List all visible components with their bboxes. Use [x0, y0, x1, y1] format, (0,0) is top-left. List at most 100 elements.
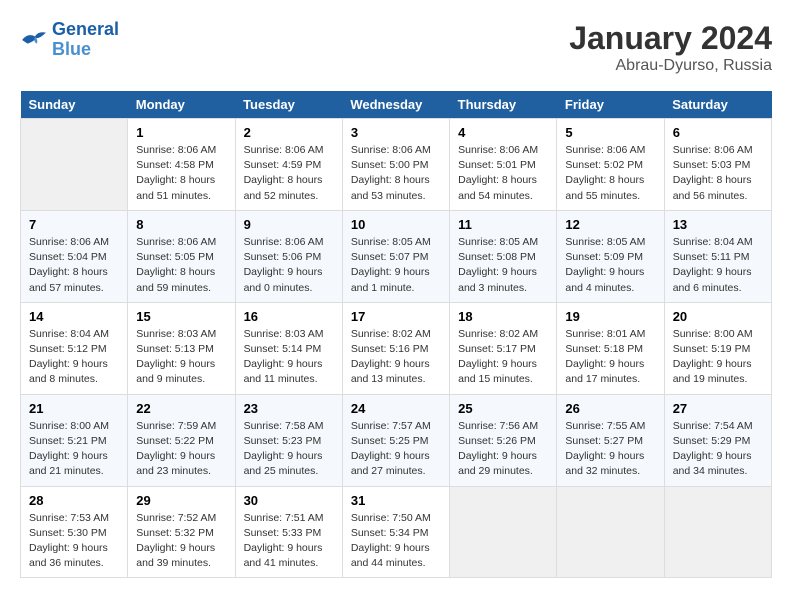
day-info: Sunrise: 7:59 AMSunset: 5:22 PMDaylight:…	[136, 419, 226, 480]
day-number: 13	[673, 217, 763, 232]
day-info: Sunrise: 8:06 AMSunset: 4:58 PMDaylight:…	[136, 143, 226, 204]
calendar-cell: 12Sunrise: 8:05 AMSunset: 5:09 PMDayligh…	[557, 210, 664, 302]
day-info: Sunrise: 7:56 AMSunset: 5:26 PMDaylight:…	[458, 419, 548, 480]
day-info: Sunrise: 7:58 AMSunset: 5:23 PMDaylight:…	[244, 419, 334, 480]
day-number: 22	[136, 401, 226, 416]
day-info: Sunrise: 7:54 AMSunset: 5:29 PMDaylight:…	[673, 419, 763, 480]
day-number: 10	[351, 217, 441, 232]
page-header: GeneralBlue January 2024 Abrau-Dyurso, R…	[20, 20, 772, 75]
week-row-5: 28 Sunrise: 7:53 AMSunset: 5:30 PMDayligh…	[21, 486, 772, 578]
logo-bird-icon	[20, 29, 48, 51]
week-row-2: 7 Sunrise: 8:06 AMSunset: 5:04 PMDaylight…	[21, 210, 772, 302]
calendar-cell: 28 Sunrise: 7:53 AMSunset: 5:30 PMDayligh…	[21, 486, 128, 578]
day-number: 21	[29, 401, 119, 416]
day-number: 23	[244, 401, 334, 416]
day-info: Sunrise: 8:00 AMSunset: 5:21 PMDaylight:…	[29, 419, 119, 480]
day-info: Sunrise: 8:04 AMSunset: 5:12 PMDaylight:…	[29, 327, 119, 388]
week-row-4: 21 Sunrise: 8:00 AMSunset: 5:21 PMDayligh…	[21, 394, 772, 486]
day-info: Sunrise: 8:05 AMSunset: 5:07 PMDaylight:…	[351, 235, 441, 296]
day-info: Sunrise: 8:06 AMSunset: 4:59 PMDaylight:…	[244, 143, 334, 204]
calendar-cell: 13 Sunrise: 8:04 AMSunset: 5:11 PMDayligh…	[664, 210, 771, 302]
calendar-cell	[21, 119, 128, 211]
calendar-cell: 7 Sunrise: 8:06 AMSunset: 5:04 PMDaylight…	[21, 210, 128, 302]
calendar-cell: 30 Sunrise: 7:51 AMSunset: 5:33 PMDayligh…	[235, 486, 342, 578]
day-number: 26	[565, 401, 655, 416]
day-info: Sunrise: 7:50 AMSunset: 5:34 PMDaylight:…	[351, 511, 441, 572]
day-number: 27	[673, 401, 763, 416]
day-info: Sunrise: 8:06 AMSunset: 5:05 PMDaylight:…	[136, 235, 226, 296]
day-info: Sunrise: 8:01 AMSunset: 5:18 PMDaylight:…	[565, 327, 655, 388]
calendar-cell: 23 Sunrise: 7:58 AMSunset: 5:23 PMDayligh…	[235, 394, 342, 486]
logo: GeneralBlue	[20, 20, 119, 60]
calendar-cell: 1 Sunrise: 8:06 AMSunset: 4:58 PMDaylight…	[128, 119, 235, 211]
day-info: Sunrise: 7:52 AMSunset: 5:32 PMDaylight:…	[136, 511, 226, 572]
weekday-header-sunday: Sunday	[21, 91, 128, 119]
day-number: 28	[29, 493, 119, 508]
weekday-header-monday: Monday	[128, 91, 235, 119]
day-info: Sunrise: 8:04 AMSunset: 5:11 PMDaylight:…	[673, 235, 763, 296]
day-number: 2	[244, 125, 334, 140]
day-number: 14	[29, 309, 119, 324]
calendar-title: January 2024	[569, 20, 772, 57]
day-number: 9	[244, 217, 334, 232]
day-number: 7	[29, 217, 119, 232]
calendar-table: SundayMondayTuesdayWednesdayThursdayFrid…	[20, 91, 772, 578]
weekday-header-saturday: Saturday	[664, 91, 771, 119]
calendar-cell: 21 Sunrise: 8:00 AMSunset: 5:21 PMDayligh…	[21, 394, 128, 486]
calendar-cell: 29Sunrise: 7:52 AMSunset: 5:32 PMDayligh…	[128, 486, 235, 578]
calendar-cell: 16 Sunrise: 8:03 AMSunset: 5:14 PMDayligh…	[235, 302, 342, 394]
day-number: 3	[351, 125, 441, 140]
day-info: Sunrise: 8:06 AMSunset: 5:02 PMDaylight:…	[565, 143, 655, 204]
calendar-cell: 26 Sunrise: 7:55 AMSunset: 5:27 PMDayligh…	[557, 394, 664, 486]
calendar-cell: 6Sunrise: 8:06 AMSunset: 5:03 PMDaylight…	[664, 119, 771, 211]
week-row-1: 1 Sunrise: 8:06 AMSunset: 4:58 PMDaylight…	[21, 119, 772, 211]
calendar-cell: 22 Sunrise: 7:59 AMSunset: 5:22 PMDayligh…	[128, 394, 235, 486]
calendar-cell: 4 Sunrise: 8:06 AMSunset: 5:01 PMDaylight…	[450, 119, 557, 211]
day-number: 17	[351, 309, 441, 324]
day-info: Sunrise: 8:03 AMSunset: 5:14 PMDaylight:…	[244, 327, 334, 388]
calendar-cell: 14 Sunrise: 8:04 AMSunset: 5:12 PMDayligh…	[21, 302, 128, 394]
day-info: Sunrise: 8:06 AMSunset: 5:04 PMDaylight:…	[29, 235, 119, 296]
day-number: 5	[565, 125, 655, 140]
day-number: 24	[351, 401, 441, 416]
day-number: 18	[458, 309, 548, 324]
day-info: Sunrise: 7:51 AMSunset: 5:33 PMDaylight:…	[244, 511, 334, 572]
day-number: 19	[565, 309, 655, 324]
calendar-cell: 15Sunrise: 8:03 AMSunset: 5:13 PMDayligh…	[128, 302, 235, 394]
weekday-header-wednesday: Wednesday	[342, 91, 449, 119]
day-number: 1	[136, 125, 226, 140]
day-info: Sunrise: 7:53 AMSunset: 5:30 PMDaylight:…	[29, 511, 119, 572]
day-number: 6	[673, 125, 763, 140]
day-info: Sunrise: 8:05 AMSunset: 5:08 PMDaylight:…	[458, 235, 548, 296]
day-number: 11	[458, 217, 548, 232]
day-number: 12	[565, 217, 655, 232]
calendar-cell: 17 Sunrise: 8:02 AMSunset: 5:16 PMDayligh…	[342, 302, 449, 394]
calendar-cell: 27 Sunrise: 7:54 AMSunset: 5:29 PMDayligh…	[664, 394, 771, 486]
calendar-cell: 11 Sunrise: 8:05 AMSunset: 5:08 PMDayligh…	[450, 210, 557, 302]
calendar-cell: 25Sunrise: 7:56 AMSunset: 5:26 PMDayligh…	[450, 394, 557, 486]
day-number: 20	[673, 309, 763, 324]
day-info: Sunrise: 8:02 AMSunset: 5:17 PMDaylight:…	[458, 327, 548, 388]
day-info: Sunrise: 8:00 AMSunset: 5:19 PMDaylight:…	[673, 327, 763, 388]
day-number: 16	[244, 309, 334, 324]
day-info: Sunrise: 8:02 AMSunset: 5:16 PMDaylight:…	[351, 327, 441, 388]
calendar-cell: 2 Sunrise: 8:06 AMSunset: 4:59 PMDaylight…	[235, 119, 342, 211]
calendar-cell: 3 Sunrise: 8:06 AMSunset: 5:00 PMDaylight…	[342, 119, 449, 211]
day-info: Sunrise: 8:06 AMSunset: 5:00 PMDaylight:…	[351, 143, 441, 204]
calendar-subtitle: Abrau-Dyurso, Russia	[569, 57, 772, 75]
title-block: January 2024 Abrau-Dyurso, Russia	[569, 20, 772, 75]
calendar-cell: 24Sunrise: 7:57 AMSunset: 5:25 PMDayligh…	[342, 394, 449, 486]
day-info: Sunrise: 8:06 AMSunset: 5:01 PMDaylight:…	[458, 143, 548, 204]
day-info: Sunrise: 8:03 AMSunset: 5:13 PMDaylight:…	[136, 327, 226, 388]
day-number: 31	[351, 493, 441, 508]
day-info: Sunrise: 7:55 AMSunset: 5:27 PMDaylight:…	[565, 419, 655, 480]
day-number: 8	[136, 217, 226, 232]
day-number: 4	[458, 125, 548, 140]
weekday-header-friday: Friday	[557, 91, 664, 119]
calendar-cell	[664, 486, 771, 578]
calendar-cell: 8 Sunrise: 8:06 AMSunset: 5:05 PMDaylight…	[128, 210, 235, 302]
weekday-header-thursday: Thursday	[450, 91, 557, 119]
calendar-cell: 20 Sunrise: 8:00 AMSunset: 5:19 PMDayligh…	[664, 302, 771, 394]
day-number: 30	[244, 493, 334, 508]
calendar-cell	[557, 486, 664, 578]
